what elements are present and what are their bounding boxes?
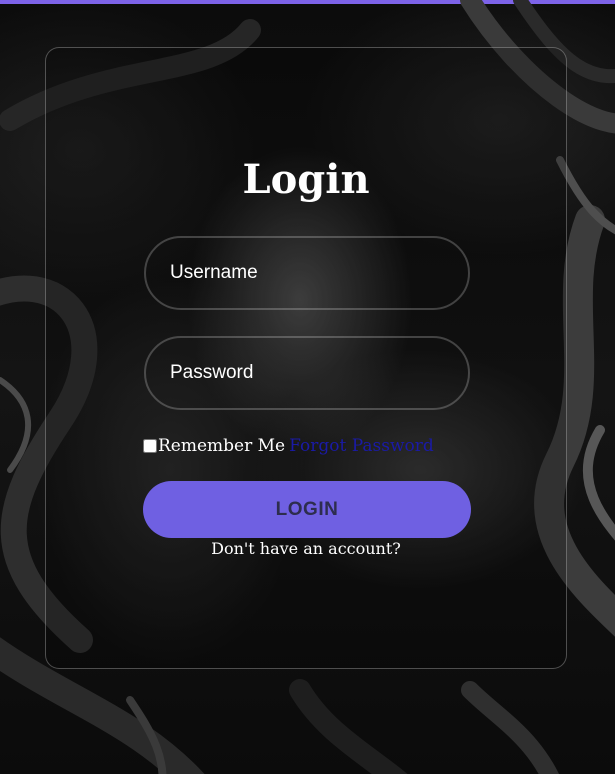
username-input[interactable] — [146, 238, 468, 308]
username-field-wrapper — [144, 236, 470, 310]
login-page: Login Remember Me Forgot Password LOGIN … — [0, 0, 615, 774]
password-field-wrapper — [144, 336, 470, 410]
remember-me-label[interactable]: Remember Me — [143, 436, 285, 456]
login-options-row: Remember Me Forgot Password — [143, 436, 434, 456]
login-button[interactable]: LOGIN — [143, 481, 471, 538]
password-input[interactable] — [146, 338, 468, 408]
login-title: Login — [242, 156, 370, 203]
forgot-password-link[interactable]: Forgot Password — [289, 436, 434, 456]
remember-me-checkbox[interactable] — [143, 439, 157, 453]
login-card: Login Remember Me Forgot Password LOGIN … — [45, 47, 567, 669]
signup-prompt: Don't have an account? — [211, 539, 401, 558]
remember-me-text: Remember Me — [158, 436, 286, 456]
